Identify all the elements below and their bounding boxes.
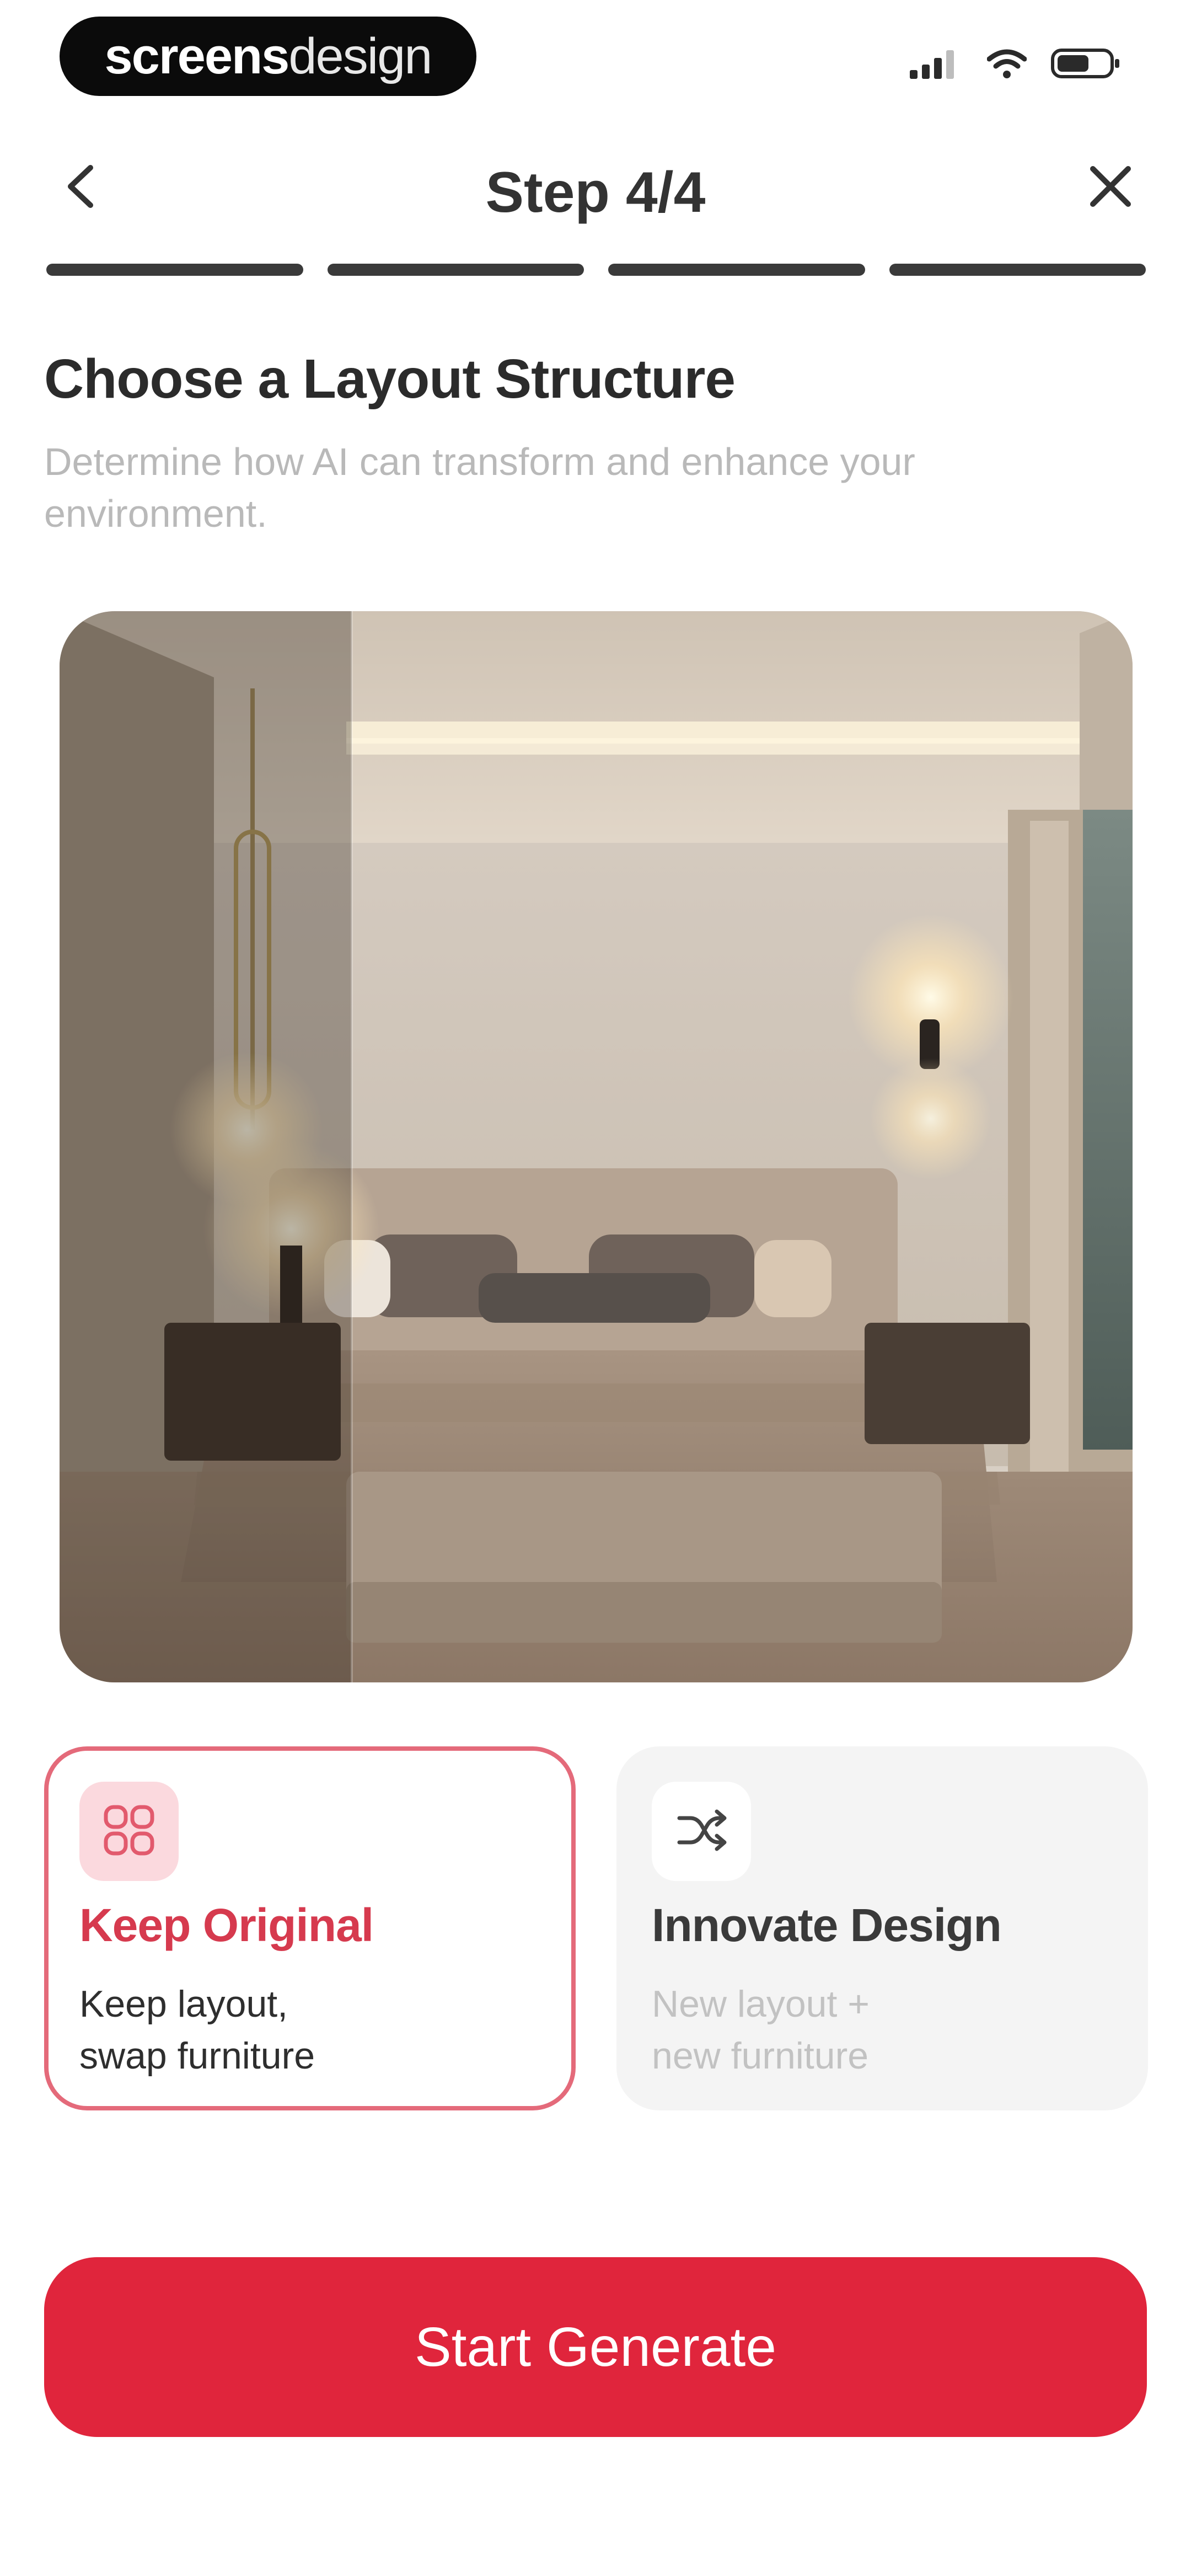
card-icon-box	[79, 1782, 179, 1881]
brand-wordmark: screensdesign	[104, 28, 433, 85]
signal-icon	[910, 48, 963, 82]
battery-icon	[1051, 47, 1122, 83]
wifi-icon	[986, 48, 1027, 82]
start-generate-button[interactable]: Start Generate	[44, 2257, 1147, 2437]
progress-segment-2	[327, 264, 584, 276]
grid-icon	[101, 1803, 157, 1861]
top-nav: Step 4/4	[0, 138, 1191, 248]
option-keep-original[interactable]: Keep Original Keep layout, swap furnitur…	[44, 1746, 576, 2110]
shuffle-icon	[674, 1803, 729, 1861]
card-icon-box	[652, 1782, 751, 1881]
option-desc-line-2: new furniture	[652, 2035, 869, 2077]
page-subtitle: Determine how AI can transform and enhan…	[44, 440, 915, 535]
room-preview-image	[60, 611, 1133, 1682]
option-description: Keep layout, swap furniture	[79, 1978, 315, 2082]
close-button[interactable]	[1083, 160, 1138, 215]
option-title: Innovate Design	[652, 1899, 1002, 1951]
option-innovate-design[interactable]: Innovate Design New layout + new furnitu…	[616, 1746, 1148, 2110]
progress-segment-4	[889, 264, 1146, 276]
progress-segment-3	[608, 264, 865, 276]
brand-bold: screens	[104, 28, 290, 84]
option-desc-line-1: New layout +	[652, 1983, 870, 2025]
option-title: Keep Original	[79, 1899, 374, 1951]
progress-segment-1	[46, 264, 303, 276]
step-indicator: Step 4/4	[485, 161, 706, 225]
option-description: New layout + new furniture	[652, 1978, 870, 2082]
status-bar: screensdesign	[0, 0, 1191, 110]
option-desc-line-1: Keep layout,	[79, 1983, 288, 2025]
step-progress	[46, 264, 1146, 276]
brand-light: design	[288, 28, 432, 84]
page-title: Choose a Layout Structure	[44, 348, 736, 410]
status-icons	[910, 45, 1122, 84]
close-icon	[1088, 164, 1133, 211]
option-desc-line-2: swap furniture	[79, 2035, 315, 2077]
brand-logo: screensdesign	[60, 17, 476, 96]
